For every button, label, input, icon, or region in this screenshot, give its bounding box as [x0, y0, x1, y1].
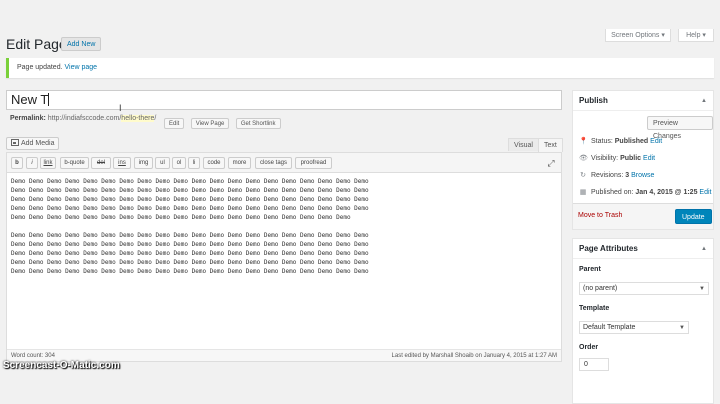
- edit-permalink-button[interactable]: Edit: [164, 118, 185, 129]
- qt-bquote-button[interactable]: b-quote: [60, 157, 89, 169]
- visibility-edit-link[interactable]: Edit: [643, 155, 655, 162]
- collapse-arrow-icon[interactable]: ▲: [701, 91, 707, 111]
- watermark: Screencast-O-Matic.com: [3, 360, 120, 371]
- published-on-label: Published on:: [591, 189, 634, 196]
- status-label: Status:: [591, 138, 613, 145]
- preview-changes-button[interactable]: Preview Changes: [647, 116, 713, 140]
- fullscreen-icon[interactable]: ⤢: [546, 158, 556, 168]
- permalink-buttons: Edit View Page Get Shortlink: [162, 112, 281, 130]
- qt-ins-button[interactable]: ins: [113, 157, 131, 169]
- publish-title: Publish: [579, 96, 608, 105]
- page-attributes-title: Page Attributes: [579, 244, 638, 253]
- update-button[interactable]: Update: [675, 209, 712, 224]
- qt-code-button[interactable]: code: [203, 157, 225, 169]
- text-cursor-icon: I: [119, 103, 122, 113]
- screen-options-tab[interactable]: Screen Options ▾: [605, 29, 671, 42]
- order-input[interactable]: 0: [579, 358, 609, 371]
- get-shortlink-button[interactable]: Get Shortlink: [235, 118, 281, 129]
- parent-select[interactable]: (no parent) ▼: [579, 282, 709, 295]
- qt-italic-button[interactable]: i: [26, 157, 38, 169]
- notice-text: Page updated.: [17, 64, 63, 71]
- revisions-icon: ↻: [580, 172, 586, 179]
- qt-ul-button[interactable]: ul: [155, 157, 170, 169]
- parent-label: Parent: [579, 266, 601, 273]
- eye-icon: 👁: [579, 155, 588, 162]
- qt-li-button[interactable]: li: [188, 157, 200, 169]
- browse-revisions-link[interactable]: Browse: [631, 172, 654, 179]
- view-page-button[interactable]: View Page: [190, 118, 230, 129]
- move-to-trash-link[interactable]: Move to Trash: [578, 212, 622, 219]
- chevron-down-icon: ▼: [679, 325, 685, 331]
- pin-icon: 📍: [579, 138, 588, 145]
- qt-close-tags-button[interactable]: close tags: [255, 157, 292, 169]
- page-attributes-box: Page Attributes ▲ Parent (no parent) ▼ T…: [572, 238, 714, 404]
- permalink-slug[interactable]: hello-there: [121, 115, 155, 122]
- help-tab[interactable]: Help ▾: [678, 29, 714, 42]
- qt-more-button[interactable]: more: [228, 157, 251, 169]
- text-caret: [48, 93, 50, 106]
- content-textarea[interactable]: Demo Demo Demo Demo Demo Demo Demo Demo …: [11, 177, 557, 349]
- template-label: Template: [579, 305, 610, 312]
- template-select-value: Default Template: [583, 324, 636, 331]
- page-title: Edit Page: [6, 36, 67, 52]
- view-page-link[interactable]: View page: [65, 64, 98, 71]
- publish-box-header[interactable]: Publish ▲: [573, 91, 713, 111]
- published-on-row: ▦ Published on: Jan 4, 2015 @ 1:25 Edit: [579, 188, 712, 198]
- order-label: Order: [579, 344, 599, 351]
- template-select[interactable]: Default Template ▼: [579, 321, 689, 334]
- media-icon: [11, 139, 19, 146]
- quicktags-toolbar: b i link b-quote del ins img ul ol li co…: [7, 153, 561, 173]
- permalink-row: Permalink: http://indiafsccode.com/hello…: [10, 114, 156, 123]
- calendar-icon: ▦: [579, 189, 587, 196]
- revisions-row: ↻ Revisions: 3 Browse: [579, 171, 654, 181]
- published-on-edit-link[interactable]: Edit: [699, 189, 711, 196]
- title-input-value: New T: [11, 92, 49, 107]
- page-updated-notice: Page updated. View page: [6, 58, 714, 78]
- tab-visual[interactable]: Visual: [508, 138, 539, 151]
- qt-proofread-button[interactable]: proofread: [295, 157, 332, 169]
- last-edited-text: Last edited by Marshall Shoaib on Januar…: [391, 353, 557, 359]
- status-value: Published: [614, 138, 649, 145]
- tab-text[interactable]: Text: [538, 138, 563, 152]
- visibility-label: Visibility:: [591, 155, 619, 162]
- published-on-value: Jan 4, 2015 @ 1:25: [635, 189, 698, 196]
- chevron-down-icon: ▼: [699, 286, 705, 292]
- qt-bold-button[interactable]: b: [11, 157, 23, 169]
- permalink-base: http://indiafsccode.com/: [47, 115, 122, 122]
- admin-top-bar: [0, 0, 720, 30]
- status-row: 📍 Status: Published Edit: [579, 137, 662, 147]
- qt-link-button[interactable]: link: [40, 157, 56, 169]
- permalink-end: /: [154, 115, 157, 122]
- editor: b i link b-quote del ins img ul ol li co…: [6, 152, 562, 362]
- visibility-row: 👁 Visibility: Public Edit: [579, 154, 655, 164]
- publish-actions: Move to Trash Update: [573, 203, 713, 229]
- qt-img-button[interactable]: img: [134, 157, 153, 169]
- permalink-label: Permalink:: [10, 115, 46, 122]
- add-media-button[interactable]: Add Media: [6, 137, 60, 150]
- parent-select-value: (no parent): [583, 285, 618, 292]
- title-input[interactable]: New T: [6, 90, 562, 110]
- visibility-value: Public: [620, 155, 642, 162]
- collapse-arrow-icon[interactable]: ▲: [701, 239, 707, 259]
- status-edit-link[interactable]: Edit: [650, 138, 662, 145]
- add-new-button[interactable]: Add New: [61, 37, 102, 51]
- revisions-value: 3: [625, 172, 630, 179]
- page-attributes-header[interactable]: Page Attributes ▲: [573, 239, 713, 259]
- publish-box: Publish ▲ Preview Changes 📍 Status: Publi…: [572, 90, 714, 230]
- qt-del-button[interactable]: del: [91, 157, 111, 169]
- qt-ol-button[interactable]: ol: [172, 157, 186, 169]
- add-media-label: Add Media: [21, 140, 55, 147]
- revisions-label: Revisions:: [591, 172, 624, 179]
